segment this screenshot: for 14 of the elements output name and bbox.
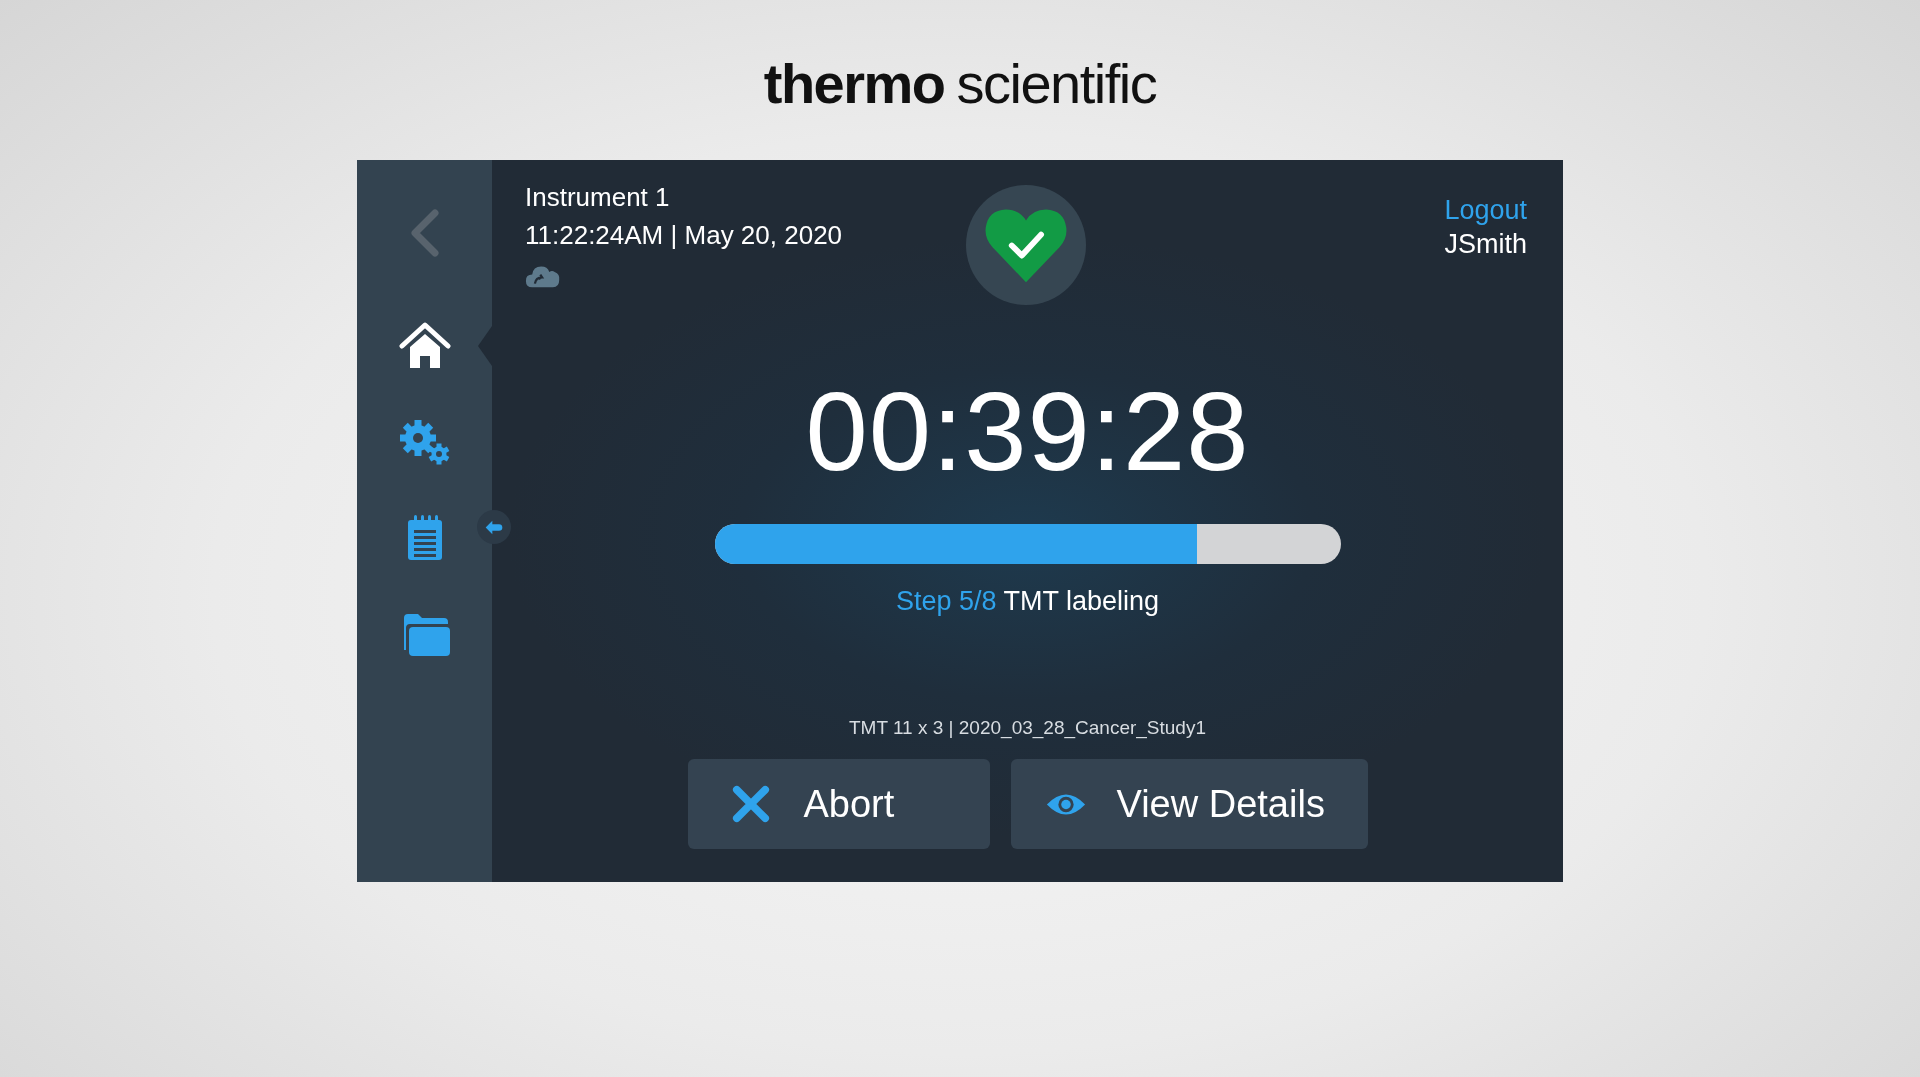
- home-icon: [398, 322, 451, 370]
- abort-button[interactable]: Abort: [687, 759, 990, 849]
- gears-icon: [398, 419, 451, 465]
- view-details-button[interactable]: View Details: [1010, 759, 1368, 849]
- brand-logo: thermo scientific: [763, 56, 1157, 116]
- date-time: 11:22:24AM | May 20, 2020: [525, 219, 843, 252]
- notepad-icon: [406, 515, 443, 561]
- logout-link[interactable]: Logout: [1444, 193, 1527, 227]
- user-name: JSmith: [1444, 228, 1527, 261]
- countdown-timer: 00:39:28: [805, 376, 1250, 488]
- step-label: Step 5/8 TMT labeling: [895, 586, 1160, 617]
- instrument-name: Instrument 1: [525, 181, 670, 214]
- run-info: TMT 11 x 3 | 2020_03_28_Cancer_Study1: [849, 717, 1206, 739]
- close-icon: [731, 785, 770, 823]
